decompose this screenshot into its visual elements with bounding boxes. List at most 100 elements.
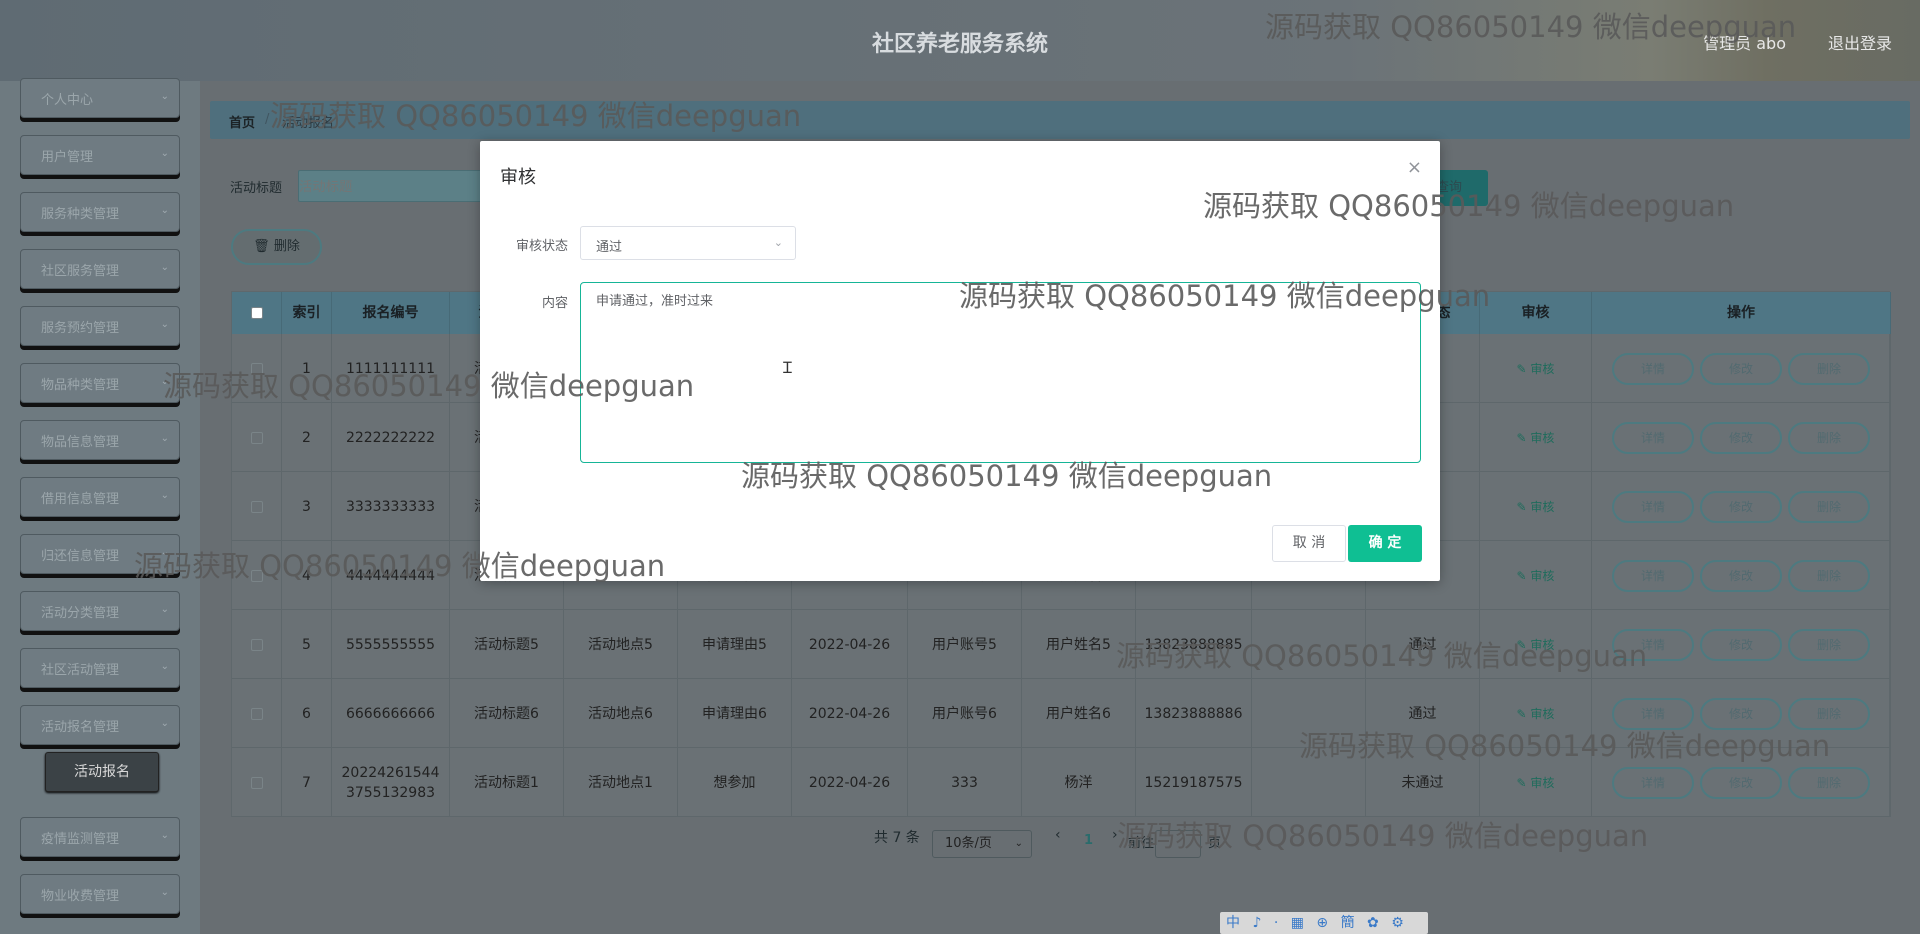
op-0-button[interactable]: 详情 (1612, 766, 1694, 799)
breadcrumb-home[interactable]: 首页 (229, 112, 255, 131)
sidebar-item-8[interactable]: 借用信息管理 ⌄ (20, 477, 180, 517)
table-cell: 用户账号6 (908, 679, 1022, 748)
op-2-button[interactable]: 删除 (1788, 352, 1870, 385)
table-cell: 用户账号5 (908, 610, 1022, 679)
sidebar-item-1[interactable]: 个人中心 ⌄ (20, 78, 180, 118)
table-cell: 想参加 (678, 748, 792, 817)
logout-link[interactable]: 退出登录 (1828, 30, 1892, 54)
prev-page-button[interactable]: ‹ (1055, 827, 1061, 843)
row-checkbox-cell (232, 679, 282, 748)
sidebar-item-label: 活动报名管理 (41, 720, 120, 735)
sidebar-item-13[interactable]: 疫情监测管理 ⌄ (20, 817, 180, 857)
sidebar-item-7[interactable]: 物品信息管理 ⌄ (20, 420, 180, 460)
watermark: 源码获取 QQ86050149 微信deepguan (1117, 819, 1649, 853)
row-checkbox[interactable] (250, 707, 263, 720)
row-checkbox[interactable] (250, 638, 263, 651)
table-cell: 2 (282, 403, 332, 472)
page-number-current[interactable]: 1 (1084, 833, 1093, 848)
col-header-1: 索引 (282, 292, 332, 334)
sidebar-item-label: 服务预约管理 (41, 321, 120, 336)
sidebar-item-label: 借用信息管理 (41, 492, 120, 507)
table-cell: 7 (282, 748, 332, 817)
audit-link[interactable]: ✎ 审核 (1517, 428, 1555, 448)
table-cell: 13823888886 (1136, 679, 1252, 748)
sidebar-item-6[interactable]: 物品种类管理 ⌄ (20, 363, 180, 403)
sidebar-item-2[interactable]: 用户管理 ⌄ (20, 135, 180, 175)
op-1-button[interactable]: 修改 (1700, 352, 1782, 385)
row-checkbox-cell (232, 403, 282, 472)
watermark: 源码获取 QQ86050149 微信deepguan (1203, 189, 1735, 223)
op-0-button[interactable]: 详情 (1612, 352, 1694, 385)
audit-link-label: 审核 (1530, 430, 1555, 445)
op-0-button[interactable]: 详情 (1612, 490, 1694, 523)
table-cell: 20224261544 3755132983 (332, 748, 450, 817)
watermark: 源码获取 QQ86050149 微信deepguan (1265, 10, 1797, 44)
sidebar-item-14[interactable]: 物业收费管理 ⌄ (20, 874, 180, 914)
audit-link[interactable]: ✎ 审核 (1517, 359, 1555, 379)
sidebar-item-label: 物品种类管理 (41, 378, 120, 393)
audit-link[interactable]: ✎ 审核 (1517, 566, 1555, 586)
row-checkbox[interactable] (250, 500, 263, 513)
chevron-down-icon: ⌄ (160, 887, 169, 898)
row-checkbox-cell (232, 472, 282, 541)
col-header-2: 报名编号 (332, 292, 450, 334)
op-2-button[interactable]: 删除 (1788, 421, 1870, 454)
op-1-button[interactable]: 修改 (1700, 490, 1782, 523)
op-0-button[interactable]: 详情 (1612, 559, 1694, 592)
op-1-button[interactable]: 修改 (1700, 421, 1782, 454)
col-header-0[interactable] (232, 292, 282, 334)
select-all-checkbox[interactable] (250, 307, 263, 319)
table-cell: 2022-04-26 (792, 748, 908, 817)
table-cell: 活动标题6 (450, 679, 564, 748)
audit-link[interactable]: ✎ 审核 (1517, 773, 1555, 793)
chevron-down-icon: ⌄ (160, 830, 169, 841)
sidebar-item-4[interactable]: 社区服务管理 ⌄ (20, 249, 180, 289)
row-checkbox[interactable] (250, 431, 263, 444)
sidebar-item-label: 活动分类管理 (41, 606, 120, 621)
page-size-select[interactable]: 10条/页 ⌄ (932, 830, 1032, 858)
sidebar-item-label: 用户管理 (41, 150, 94, 165)
dialog-title: 审核 (500, 167, 536, 188)
sidebar-item-label: 疫情监测管理 (41, 832, 120, 847)
op-2-button[interactable]: 删除 (1788, 766, 1870, 799)
op-1-button[interactable]: 修改 (1700, 559, 1782, 592)
sidebar-item-12[interactable]: 活动报名管理 ⌄ (20, 705, 180, 745)
sidebar-item-11[interactable]: 社区活动管理 ⌄ (20, 648, 180, 688)
status-label: 审核状态 (515, 239, 568, 254)
page-size-value: 10条/页 (945, 836, 992, 851)
watermark: 源码获取 QQ86050149 微信deepguan (1116, 639, 1648, 673)
close-icon[interactable]: × (1407, 157, 1422, 178)
audit-link[interactable]: ✎ 审核 (1517, 704, 1555, 724)
audit-link-label: 审核 (1530, 706, 1555, 721)
table-cell: 申请理由5 (678, 610, 792, 679)
op-1-button[interactable]: 修改 (1700, 628, 1782, 661)
sidebar-item-5[interactable]: 服务预约管理 ⌄ (20, 306, 180, 346)
search-input[interactable] (298, 170, 498, 202)
delete-label: 删除 (273, 239, 300, 254)
row-checkbox[interactable] (250, 776, 263, 789)
op-0-button[interactable]: 详情 (1612, 421, 1694, 454)
sidebar-subitem-activity-signup[interactable]: 活动报名 (45, 752, 159, 792)
audit-link-label: 审核 (1530, 499, 1555, 514)
cancel-button[interactable]: 取 消 (1272, 525, 1346, 562)
ime-toolbar[interactable]: 中 ♪ · ▦ ⊕ 簡 ✿ ⚙ (1220, 912, 1428, 934)
ops-cell: 详情 修改 删除 (1592, 472, 1891, 541)
watermark: 源码获取 QQ86050149 微信deepguan (741, 459, 1273, 493)
op-1-button[interactable]: 修改 (1700, 766, 1782, 799)
delete-button[interactable]: 🗑 删除 (231, 229, 322, 265)
table-cell: 5 (282, 610, 332, 679)
audit-link[interactable]: ✎ 审核 (1517, 497, 1555, 517)
status-select[interactable]: 通过 ⌄ (580, 226, 796, 260)
watermark: 源码获取 QQ86050149 微信deepguan (163, 369, 695, 403)
audit-link-label: 审核 (1530, 775, 1555, 790)
table-cell: 3333333333 (332, 472, 450, 541)
sidebar-item-label: 物品信息管理 (41, 435, 120, 450)
table-cell: 2022-04-26 (792, 679, 908, 748)
confirm-button[interactable]: 确 定 (1348, 525, 1422, 562)
op-2-button[interactable]: 删除 (1788, 559, 1870, 592)
table-cell: 活动标题5 (450, 610, 564, 679)
op-2-button[interactable]: 删除 (1788, 490, 1870, 523)
op-2-button[interactable]: 删除 (1788, 628, 1870, 661)
sidebar-item-3[interactable]: 服务种类管理 ⌄ (20, 192, 180, 232)
sidebar-item-10[interactable]: 活动分类管理 ⌄ (20, 591, 180, 631)
